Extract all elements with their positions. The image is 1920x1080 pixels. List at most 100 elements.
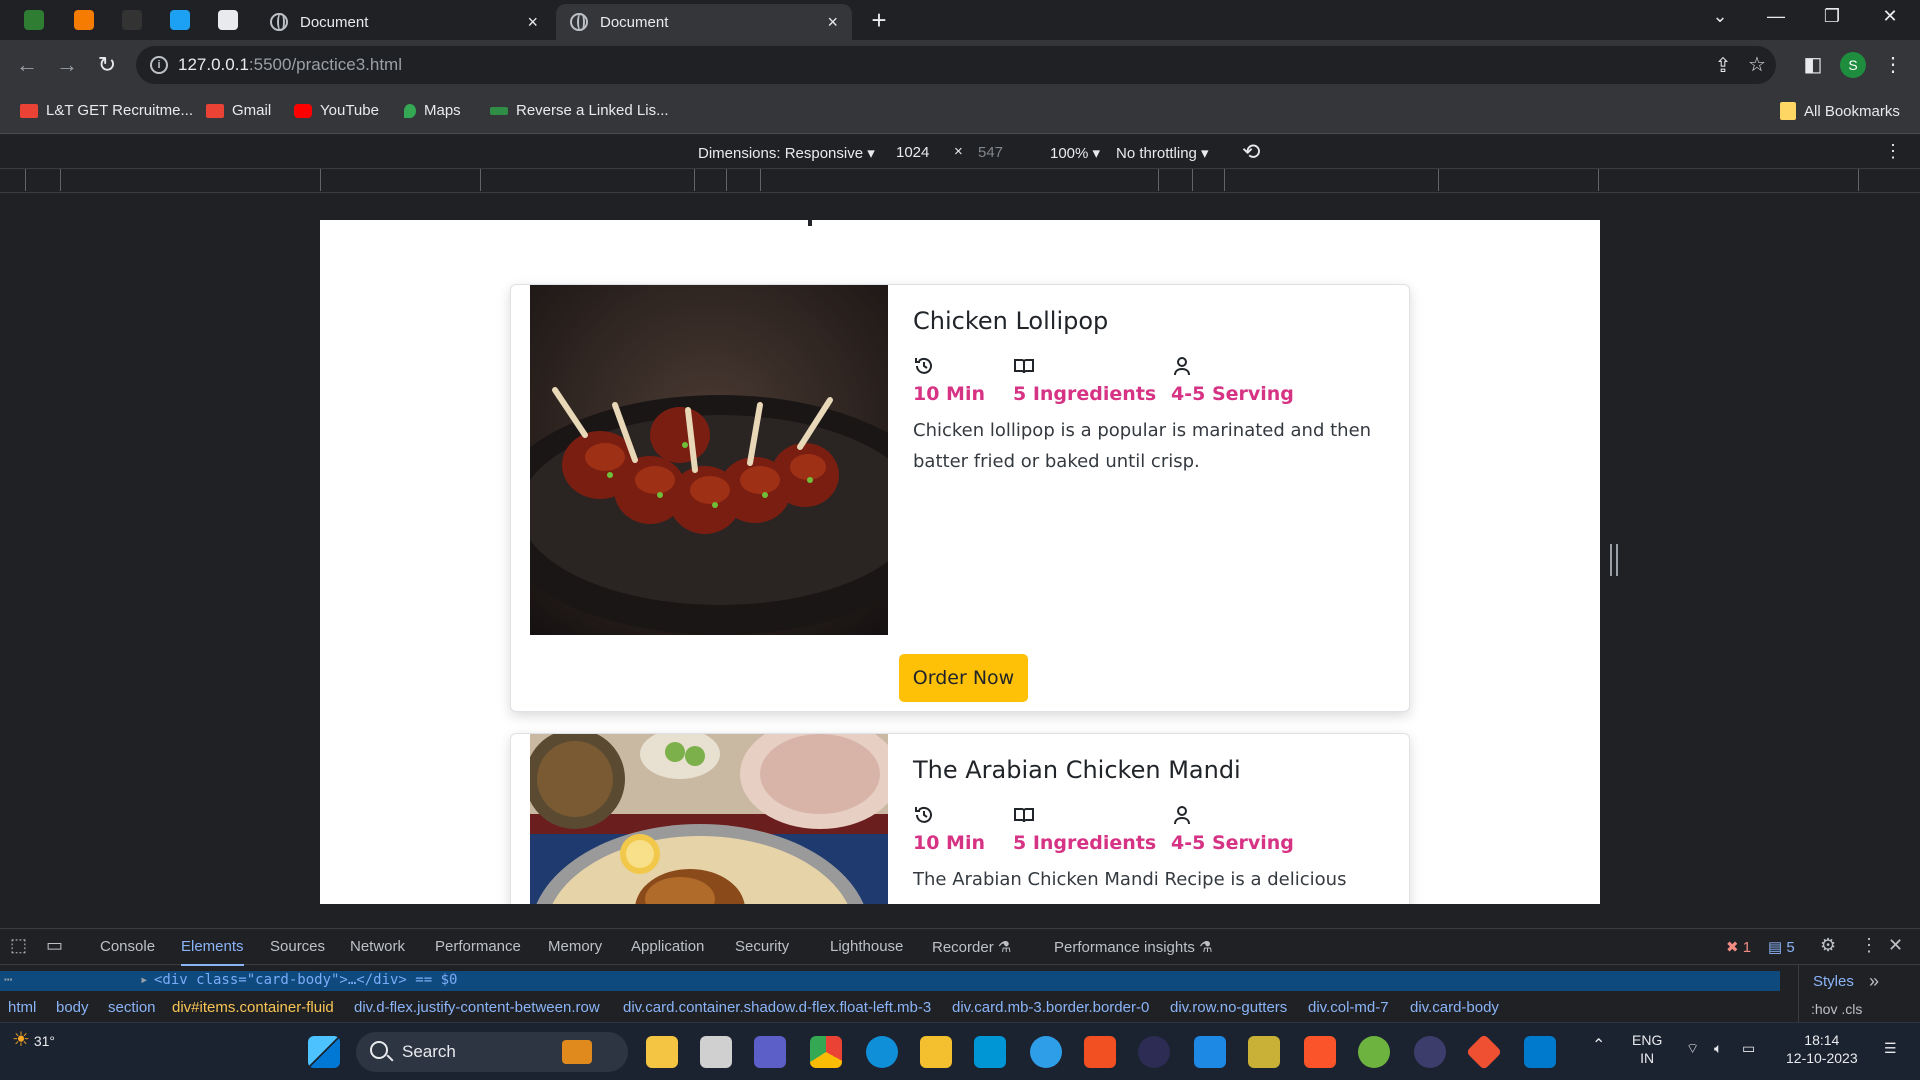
bookmark-reverse-linked-list[interactable]: Reverse a Linked Lis... (490, 102, 669, 119)
hov-cls-toggle[interactable]: :hov .cls (1811, 1001, 1862, 1017)
new-tab-button[interactable]: + (864, 6, 894, 36)
error-count-badge[interactable]: ✖ 1 (1726, 938, 1751, 956)
eclipse-ee-icon[interactable] (1414, 1036, 1446, 1068)
address-bar[interactable]: i 127.0.0.1:5500/practice3.html ⇪ ☆ (136, 46, 1776, 84)
teams-icon[interactable] (754, 1036, 786, 1068)
reload-icon[interactable]: ↻ (92, 52, 122, 78)
pinned-tab-2[interactable] (66, 6, 102, 34)
tab-document-1[interactable]: Document × (256, 4, 552, 40)
dimensions-dropdown[interactable]: Dimensions: Responsive ▾ (698, 144, 875, 162)
close-devtools-icon[interactable]: ✕ (1888, 935, 1903, 956)
share-icon[interactable]: ⇪ (1710, 53, 1736, 78)
forward-icon[interactable]: → (52, 52, 82, 78)
tab-document-2[interactable]: Document × (556, 4, 852, 40)
notes-app-icon[interactable] (1248, 1036, 1280, 1068)
wifi-icon[interactable]: ⌔ (1686, 1039, 1699, 1057)
language-indicator[interactable]: ENG IN (1632, 1031, 1662, 1067)
devtools-more-icon[interactable]: ⋮ (1860, 935, 1878, 956)
bookmark-youtube[interactable]: YouTube (294, 102, 379, 119)
pinned-tab-5[interactable] (210, 6, 246, 34)
volume-icon[interactable]: 🔈︎ (1714, 1039, 1722, 1057)
windows-start-icon[interactable] (308, 1036, 340, 1068)
brave-icon[interactable] (1304, 1036, 1336, 1068)
tab-search-icon[interactable]: ⌄ (1700, 6, 1740, 27)
close-tab-button[interactable]: × (527, 12, 538, 33)
width-input[interactable]: 1024 (896, 144, 929, 161)
pinned-tab-1[interactable] (16, 6, 52, 34)
tab-application[interactable]: Application (631, 938, 704, 955)
clock[interactable]: 18:14 12-10-2023 (1786, 1031, 1858, 1067)
task-view-icon[interactable] (700, 1036, 732, 1068)
zoom-dropdown[interactable]: 100% ▾ (1050, 144, 1100, 162)
chrome-icon[interactable] (810, 1036, 842, 1068)
inspect-element-icon[interactable]: ⬚ (10, 935, 27, 956)
notification-icon[interactable]: ☰ (1884, 1039, 1897, 1057)
ellipsis-icon[interactable]: ⋯ (4, 972, 12, 988)
show-hidden-icons[interactable]: ⌃ (1592, 1037, 1605, 1055)
tab-elements[interactable]: Elements (181, 938, 244, 966)
crumb-row[interactable]: div.d-flex.justify-content-between.row (354, 999, 600, 1016)
crumb-card-mb-3[interactable]: div.card.mb-3.border.border-0 (952, 999, 1149, 1016)
selected-dom-node[interactable]: ⋯ ▸ <div class="card-body">…</div> == $0 (0, 971, 1780, 991)
back-icon[interactable]: ← (12, 52, 42, 78)
profile-avatar[interactable]: S (1840, 52, 1866, 78)
tab-security[interactable]: Security (735, 938, 789, 955)
device-toggle-icon[interactable]: ▭ (46, 935, 63, 956)
site-info-icon[interactable]: i (150, 56, 168, 74)
tab-console[interactable]: Console (100, 938, 155, 955)
file-explorer-icon[interactable] (920, 1036, 952, 1068)
bookmark-star-icon[interactable]: ☆ (1744, 52, 1770, 77)
crumb-items-container[interactable]: div#items.container-fluid (172, 999, 334, 1016)
tab-performance-insights[interactable]: Performance insights ⚗ (1054, 938, 1213, 956)
bookmark-maps[interactable]: Maps (404, 102, 461, 119)
taskbar-search[interactable]: Search (356, 1032, 628, 1072)
tab-sources[interactable]: Sources (270, 938, 325, 955)
close-window-button[interactable]: ✕ (1870, 6, 1910, 27)
rotate-icon[interactable]: ⟲ (1242, 139, 1260, 165)
vscode-icon[interactable] (1524, 1036, 1556, 1068)
edge-icon[interactable] (866, 1036, 898, 1068)
expand-arrow-icon[interactable]: ▸ (140, 972, 148, 988)
help-icon[interactable] (1030, 1036, 1062, 1068)
order-now-button[interactable]: Order Now (899, 654, 1028, 702)
styles-tab[interactable]: Styles (1813, 973, 1854, 990)
more-tabs-icon[interactable]: » (1869, 971, 1879, 992)
tab-recorder[interactable]: Recorder ⚗ (932, 938, 1011, 956)
close-tab-button[interactable]: × (827, 12, 838, 33)
store-icon[interactable] (1084, 1036, 1116, 1068)
pinned-tab-4[interactable] (162, 6, 198, 34)
more-options-icon[interactable]: ⋮ (1884, 141, 1902, 162)
settings-gear-icon[interactable]: ⚙ (1820, 935, 1836, 956)
message-count-badge[interactable]: ▤ 5 (1768, 938, 1795, 956)
crumb-body[interactable]: body (56, 999, 89, 1016)
menu-icon[interactable]: ⋮ (1880, 52, 1906, 77)
bookmark-lt-get[interactable]: L&T GET Recruitme... (20, 102, 193, 119)
minimize-button[interactable]: — (1756, 6, 1796, 27)
tab-performance[interactable]: Performance (435, 938, 521, 955)
url-text[interactable]: 127.0.0.1:5500/practice3.html (178, 55, 402, 75)
tab-memory[interactable]: Memory (548, 938, 602, 955)
myhp-icon[interactable] (974, 1036, 1006, 1068)
tab-network[interactable]: Network (350, 938, 405, 955)
git-icon[interactable] (1465, 1033, 1503, 1071)
throttling-dropdown[interactable]: No throttling ▾ (1116, 144, 1209, 162)
crumb-section[interactable]: section (108, 999, 156, 1016)
crumb-row-no-gutters[interactable]: div.row.no-gutters (1170, 999, 1287, 1016)
crumb-card-body[interactable]: div.card-body (1410, 999, 1499, 1016)
crumb-col-md-7[interactable]: div.col-md-7 (1308, 999, 1389, 1016)
battery-icon[interactable]: ▭ (1742, 1039, 1755, 1057)
crumb-html[interactable]: html (8, 999, 36, 1016)
bookmark-gmail[interactable]: Gmail (206, 102, 271, 119)
pinned-tab-3[interactable] (114, 6, 150, 34)
viewport-right-resize-handle[interactable] (1610, 544, 1618, 576)
height-input[interactable]: 547 (978, 144, 1003, 161)
spring-tools-icon[interactable] (1358, 1036, 1390, 1068)
widgets-app-icon[interactable] (646, 1036, 678, 1068)
tab-lighthouse[interactable]: Lighthouse (830, 938, 903, 955)
side-panel-icon[interactable]: ◧ (1800, 52, 1826, 77)
restore-button[interactable]: ❐ (1812, 6, 1852, 27)
all-bookmarks[interactable]: All Bookmarks (1780, 102, 1900, 120)
eclipse-icon[interactable] (1138, 1036, 1170, 1068)
sql-app-icon[interactable] (1194, 1036, 1226, 1068)
crumb-card-container[interactable]: div.card.container.shadow.d-flex.float-l… (623, 999, 931, 1016)
